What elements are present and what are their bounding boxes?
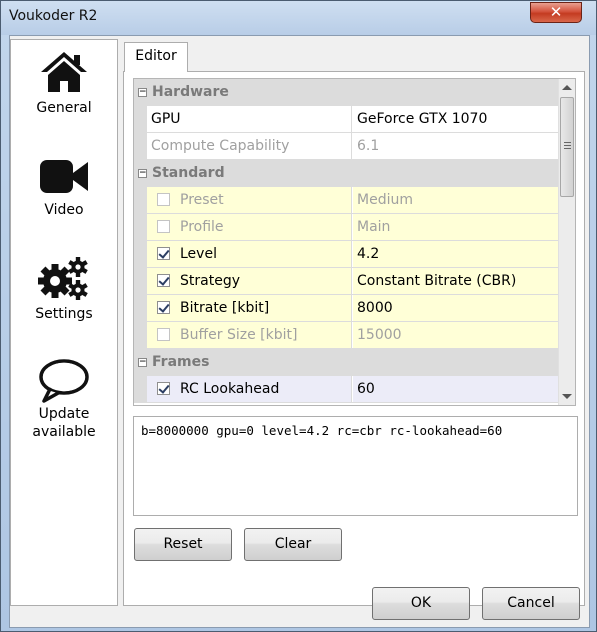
window-title: Voukoder R2 xyxy=(9,8,98,24)
sidebar-item-general[interactable]: General xyxy=(11,50,117,116)
category-standard[interactable]: − Standard xyxy=(134,160,560,187)
property-name: RC Lookahead xyxy=(180,381,280,397)
sidebar-item-label: General xyxy=(36,100,92,116)
sidebar: General Video Settings Update available xyxy=(10,39,118,606)
collapse-icon[interactable]: − xyxy=(138,358,147,367)
sidebar-item-update[interactable]: Update available xyxy=(11,358,117,440)
home-icon xyxy=(41,52,87,92)
category-label: Hardware xyxy=(152,84,229,100)
sidebar-item-label-line2: available xyxy=(32,424,96,440)
ok-button[interactable]: OK xyxy=(372,587,470,620)
property-grid: − Hardware GPU GeForce GTX 1070 Compute … xyxy=(133,78,576,406)
profile-checkbox[interactable] xyxy=(157,220,170,233)
property-row-profile[interactable]: Profile Main xyxy=(134,214,560,241)
tab-editor[interactable]: Editor xyxy=(124,42,188,72)
command-line-output[interactable]: b=8000000 gpu=0 level=4.2 rc=cbr rc-look… xyxy=(133,416,578,516)
property-value[interactable]: Main xyxy=(353,214,560,240)
speech-bubble-icon xyxy=(39,359,89,403)
property-name: Buffer Size [kbit] xyxy=(180,327,298,343)
property-value[interactable]: 60 xyxy=(353,376,560,402)
property-value[interactable]: GeForce GTX 1070 xyxy=(353,106,560,132)
category-frames[interactable]: − Frames xyxy=(134,349,560,376)
rc-lookahead-checkbox[interactable] xyxy=(157,382,170,395)
property-row-gpu[interactable]: GPU GeForce GTX 1070 xyxy=(134,106,560,133)
property-row-compute-capability[interactable]: Compute Capability 6.1 xyxy=(134,133,560,160)
property-name: Compute Capability xyxy=(147,133,352,159)
video-camera-icon xyxy=(40,160,88,193)
property-row-strategy[interactable]: Strategy Constant Bitrate (CBR) xyxy=(134,268,560,295)
scroll-up-icon[interactable] xyxy=(562,85,572,90)
category-label: Standard xyxy=(152,165,225,181)
category-hardware[interactable]: − Hardware xyxy=(134,79,560,106)
close-button[interactable]: ✕ xyxy=(530,2,582,23)
preset-checkbox[interactable] xyxy=(157,193,170,206)
property-name: Strategy xyxy=(180,273,240,289)
property-value[interactable]: 15000 xyxy=(353,322,560,348)
property-name: GPU xyxy=(147,106,352,132)
property-value[interactable]: 8000 xyxy=(353,295,560,321)
sidebar-item-label-line1: Update xyxy=(38,406,90,422)
property-name: Bitrate [kbit] xyxy=(180,300,270,316)
property-row-preset[interactable]: Preset Medium xyxy=(134,187,560,214)
property-row-rc-lookahead[interactable]: RC Lookahead 60 xyxy=(134,376,560,403)
cancel-button[interactable]: Cancel xyxy=(482,587,580,620)
dialog-client-area: General Video Settings Update available … xyxy=(9,35,590,628)
property-value[interactable]: 6.1 xyxy=(353,133,560,159)
clear-button[interactable]: Clear xyxy=(244,528,342,561)
property-row-buffer-size[interactable]: Buffer Size [kbit] 15000 xyxy=(134,322,560,349)
bitrate-checkbox[interactable] xyxy=(157,301,170,314)
property-name: Level xyxy=(180,246,217,262)
editor-pane: − Hardware GPU GeForce GTX 1070 Compute … xyxy=(123,71,585,606)
property-name: Preset xyxy=(180,192,224,208)
scrollbar-thumb[interactable] xyxy=(560,97,574,197)
property-row-bitrate[interactable]: Bitrate [kbit] 8000 xyxy=(134,295,560,322)
sidebar-item-label: Settings xyxy=(35,306,93,322)
scroll-down-icon[interactable] xyxy=(562,394,572,399)
property-value[interactable]: Medium xyxy=(353,187,560,213)
level-checkbox[interactable] xyxy=(157,247,170,260)
property-value[interactable]: 4.2 xyxy=(353,241,560,267)
collapse-icon[interactable]: − xyxy=(138,88,147,97)
sidebar-item-label: Video xyxy=(44,202,84,218)
sidebar-item-video[interactable]: Video xyxy=(11,156,117,218)
grip-icon xyxy=(564,142,571,143)
voukoder-window: Voukoder R2 ✕ General Video Settings Upd… xyxy=(0,0,597,632)
property-grid-scrollbar[interactable] xyxy=(558,79,575,405)
sidebar-item-settings[interactable]: Settings xyxy=(11,256,117,322)
buffer-size-checkbox[interactable] xyxy=(157,328,170,341)
property-value[interactable]: Constant Bitrate (CBR) xyxy=(353,268,560,294)
collapse-icon[interactable]: − xyxy=(138,169,147,178)
title-bar[interactable]: Voukoder R2 ✕ xyxy=(1,1,596,35)
gears-icon xyxy=(38,257,88,300)
property-name: Profile xyxy=(180,219,224,235)
property-row-level[interactable]: Level 4.2 xyxy=(134,241,560,268)
reset-button[interactable]: Reset xyxy=(134,528,232,561)
category-label: Frames xyxy=(152,354,210,370)
strategy-checkbox[interactable] xyxy=(157,274,170,287)
